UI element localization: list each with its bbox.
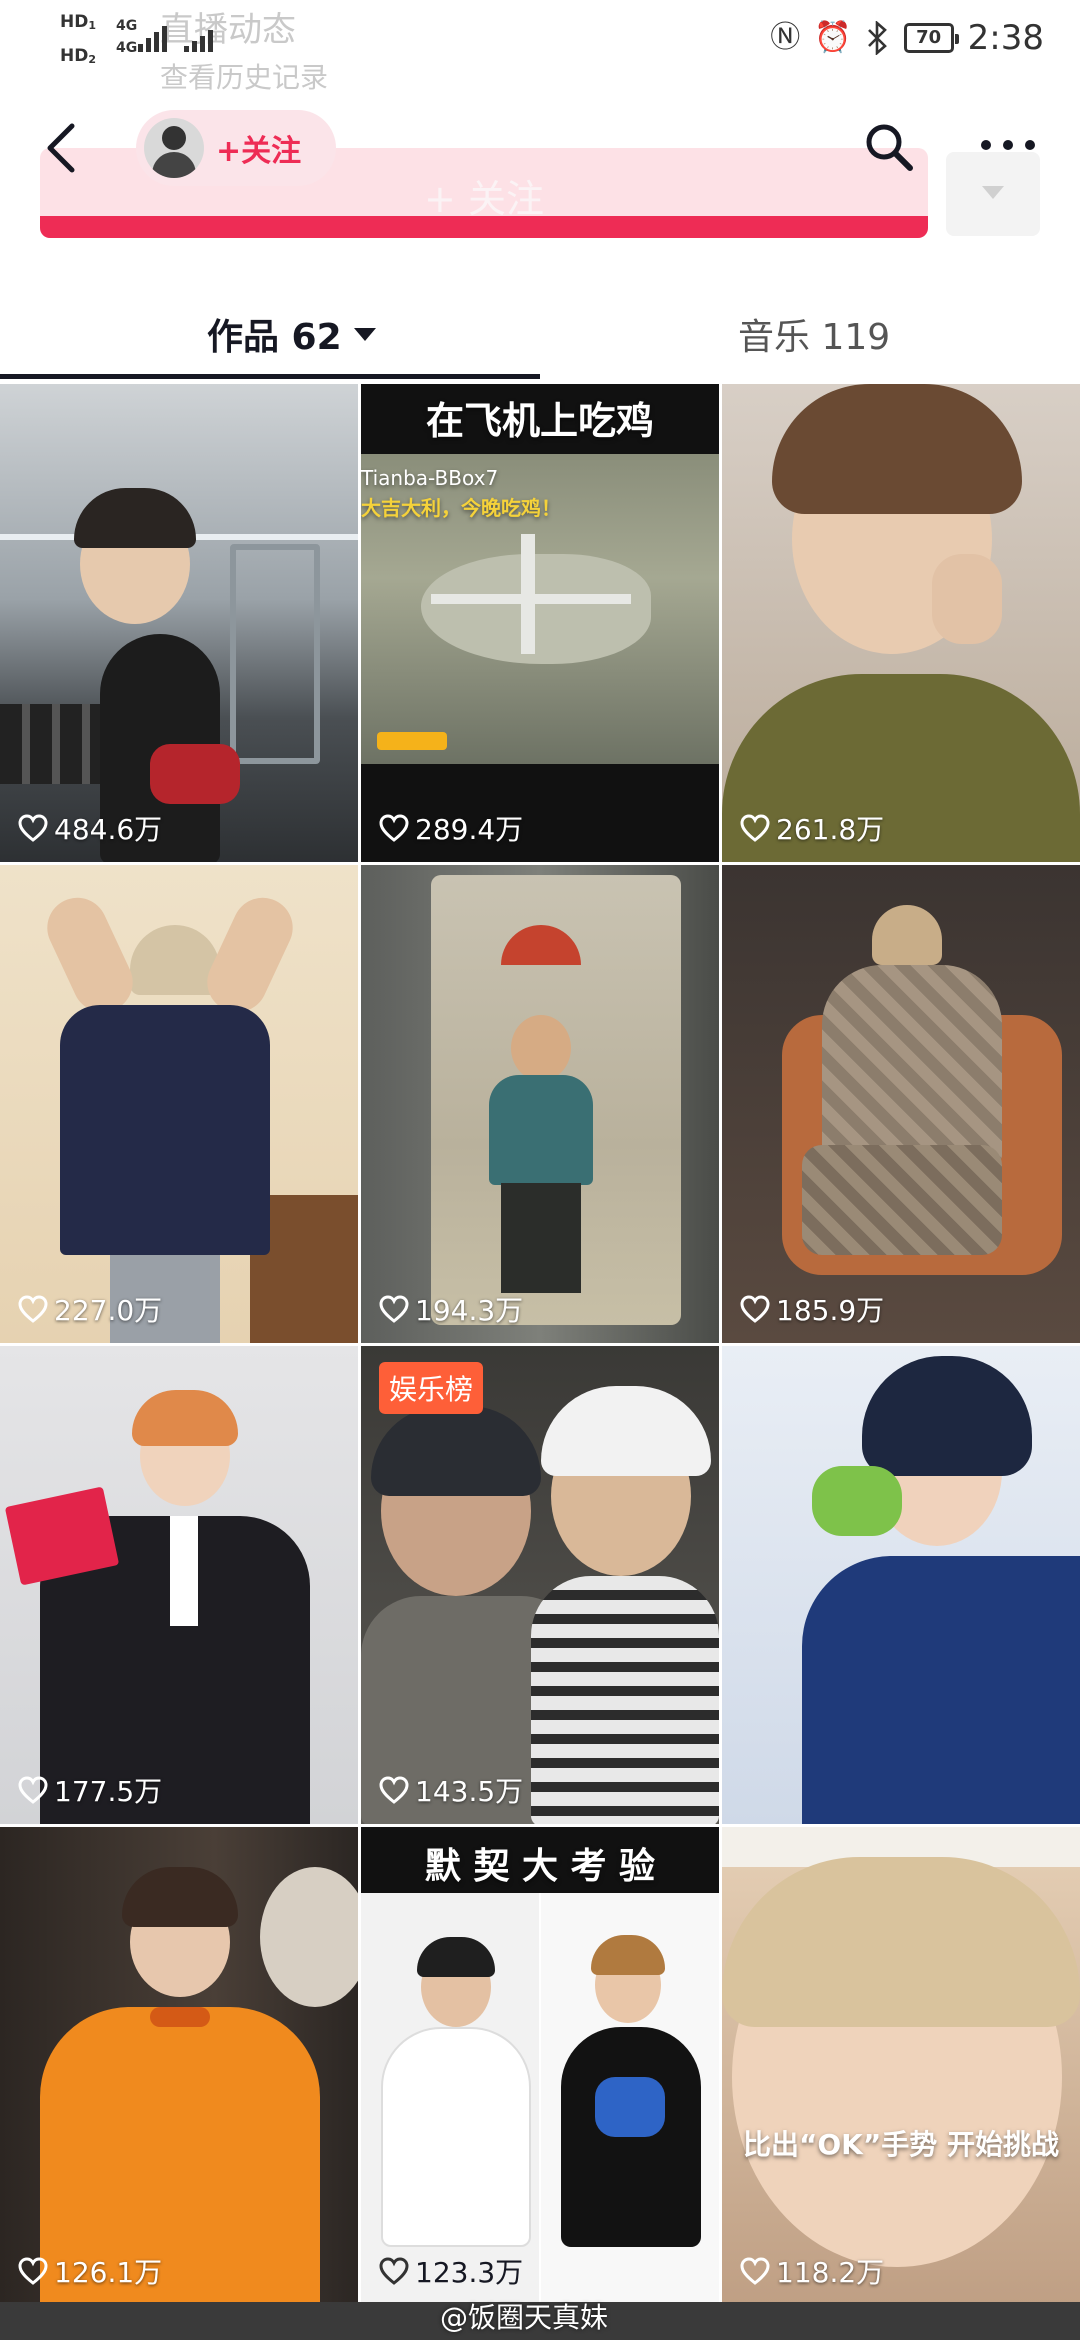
video-overlay-title: 默 契 大 考 验	[424, 1846, 656, 1887]
tab-works[interactable]: 作品 62	[207, 308, 376, 360]
video-overlay-caption: 比出“OK”手势 开始挑战	[742, 2128, 1060, 2161]
video-thumbnail[interactable]: 比出“OK”手势 开始挑战 118.2万	[722, 1827, 1080, 2305]
content-tabs: 作品 62 音乐 119	[0, 290, 1080, 380]
like-count: 484.6万	[18, 808, 162, 848]
ranking-badge: 娱乐榜	[379, 1362, 484, 1414]
video-overlay-user: Tianba-BBox7	[361, 466, 499, 490]
hd-indicator-2: HD2	[60, 46, 96, 66]
clock-time: 2:38	[967, 18, 1044, 58]
video-thumbnail[interactable]: 默 契 大 考 验 123.3万	[361, 1827, 719, 2305]
like-count: 126.1万	[18, 2251, 162, 2291]
heart-icon	[18, 1776, 48, 1804]
chevron-down-icon	[353, 327, 376, 341]
video-thumbnail[interactable]: 194.3万	[361, 865, 719, 1343]
heart-icon	[379, 1295, 409, 1323]
nfc-icon: Ⓝ	[770, 20, 801, 55]
ghost-dropdown-button	[946, 152, 1040, 236]
heart-icon	[379, 814, 409, 842]
like-count: 227.0万	[18, 1289, 162, 1329]
heart-icon	[18, 1295, 48, 1323]
like-count: 143.5万	[379, 1770, 523, 1810]
network-type-2: 4G	[116, 40, 138, 56]
video-thumbnail[interactable]: 177.5万	[0, 1346, 358, 1824]
battery-icon: 70	[903, 23, 959, 53]
status-icons: Ⓝ ⏰ 70 2:38	[770, 18, 1044, 58]
heart-icon	[379, 2257, 409, 2285]
avatar[interactable]	[144, 118, 204, 178]
back-icon[interactable]	[38, 120, 88, 176]
ghost-live-title: 直播动态	[160, 10, 296, 50]
video-thumbnail[interactable]: 185.9万	[722, 865, 1080, 1343]
heart-icon	[18, 814, 48, 842]
like-count: 261.8万	[740, 808, 884, 848]
like-count: 118.2万	[740, 2251, 884, 2291]
signal-strength-icon	[138, 18, 167, 52]
video-thumbnail[interactable]: 在飞机上吃鸡 Tianba-BBox7 大吉大利，今晚吃鸡！ 289.4万	[361, 384, 719, 862]
bluetooth-icon	[867, 21, 887, 55]
network-type-1: 4G	[116, 18, 138, 34]
video-overlay-title: 在飞机上吃鸡	[425, 399, 654, 443]
alarm-icon: ⏰	[814, 20, 852, 55]
follow-label: +关注	[216, 134, 302, 169]
video-thumbnail[interactable]: 261.8万	[722, 384, 1080, 862]
video-thumbnail[interactable]: 126.1万	[0, 1827, 358, 2305]
heart-icon	[379, 1776, 409, 1804]
like-count: 289.4万	[379, 808, 523, 848]
search-icon[interactable]	[862, 120, 916, 174]
video-thumbnail[interactable]: 484.6万	[0, 384, 358, 862]
video-thumbnail[interactable]: 227.0万	[0, 865, 358, 1343]
more-icon[interactable]	[978, 130, 1038, 160]
video-thumbnail[interactable]	[722, 1346, 1080, 1824]
heart-icon	[740, 2257, 770, 2285]
like-count: 123.3万	[379, 2251, 523, 2291]
status-bar: 直播动态 查看历史记录 HD1 HD2 4G 4G Ⓝ ⏰ 70 2:38	[0, 0, 1080, 94]
tab-active-indicator	[0, 374, 540, 379]
follow-button[interactable]: +关注	[136, 110, 336, 186]
like-count: 177.5万	[18, 1770, 162, 1810]
ghost-history-subtitle: 查看历史记录	[160, 61, 329, 94]
heart-icon	[740, 1295, 770, 1323]
tab-music[interactable]: 音乐 119	[738, 308, 890, 360]
signal-strength-icon-2	[184, 26, 213, 52]
heart-icon	[18, 2257, 48, 2285]
like-count: 185.9万	[740, 1289, 884, 1329]
video-overlay-subtitle: 大吉大利，今晚吃鸡！	[361, 496, 561, 520]
hd-indicator-1: HD1	[60, 12, 96, 32]
watermark: @饭圈天真妹	[440, 2301, 609, 2334]
tab-works-label: 作品 62	[207, 317, 342, 358]
like-count: 194.3万	[379, 1289, 523, 1329]
heart-icon	[740, 814, 770, 842]
video-thumbnail[interactable]: 娱乐榜 143.5万	[361, 1346, 719, 1824]
